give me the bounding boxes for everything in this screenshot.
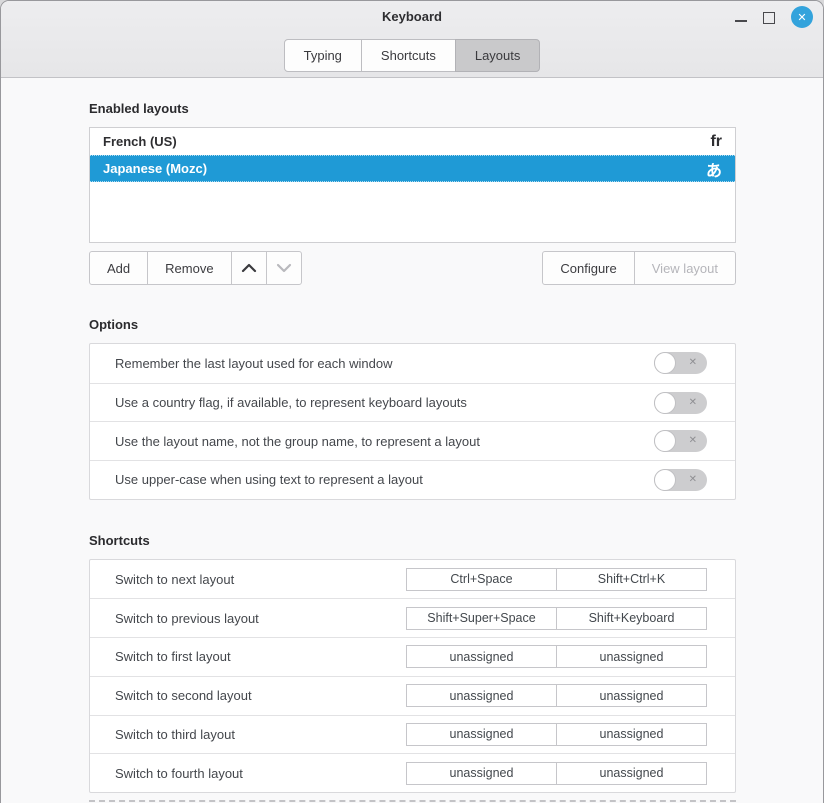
keybinding-button[interactable]: unassigned [556,684,707,707]
layout-name-toggle[interactable]: ✕ [654,430,707,452]
window-title: Keyboard [1,9,823,24]
shortcut-label: Switch to previous layout [115,611,406,626]
layout-list-toolbar: Add Remove Configure View layout [89,251,736,285]
shortcuts-panel: Switch to next layout Ctrl+Space Shift+C… [89,559,736,793]
toggle-knob [654,352,676,374]
keyboard-settings-window: Keyboard ✕ Typing Shortcuts Layouts Enab… [0,0,824,803]
tab-bar: Typing Shortcuts Layouts [1,33,823,72]
move-down-button[interactable] [266,251,302,285]
shortcut-row-first-layout: Switch to first layout unassigned unassi… [90,637,735,676]
shortcuts-heading: Shortcuts [89,533,736,548]
option-row-country-flag: Use a country flag, if available, to rep… [90,383,735,422]
shortcut-row-second-layout: Switch to second layout unassigned unass… [90,676,735,715]
tab-layouts[interactable]: Layouts [455,39,541,72]
tab-shortcuts[interactable]: Shortcuts [361,39,456,72]
keybinding-button[interactable]: unassigned [556,723,707,746]
titlebar[interactable]: Keyboard ✕ [1,1,823,33]
keybinding-button[interactable]: Ctrl+Space [406,568,557,591]
keybinding-button[interactable]: unassigned [406,762,557,785]
layout-row-french[interactable]: French (US) fr [90,128,735,155]
option-label: Use the layout name, not the group name,… [115,434,654,449]
layout-name: French (US) [103,134,710,149]
layout-indicator-ja: あ [706,157,722,181]
bottom-divider [89,800,736,802]
shortcut-row-next-layout: Switch to next layout Ctrl+Space Shift+C… [90,560,735,599]
shortcut-label: Switch to third layout [115,727,406,742]
options-heading: Options [89,317,736,332]
chevron-down-icon [276,263,292,273]
enabled-layouts-heading: Enabled layouts [89,101,736,116]
add-button[interactable]: Add [89,251,148,285]
configure-button[interactable]: Configure [542,251,634,285]
tab-typing[interactable]: Typing [284,39,362,72]
shortcut-label: Switch to fourth layout [115,766,406,781]
shortcut-label: Switch to first layout [115,649,406,664]
minimize-button[interactable] [735,5,747,29]
shortcut-label: Switch to second layout [115,688,406,703]
keybinding-button[interactable]: unassigned [556,762,707,785]
keybinding-button[interactable]: Shift+Super+Space [406,607,557,630]
layout-list[interactable]: French (US) fr Japanese (Mozc) あ [89,127,736,243]
shortcut-row-fourth-layout: Switch to fourth layout unassigned unass… [90,753,735,792]
keybinding-pair: unassigned unassigned [406,762,707,785]
maximize-button[interactable] [763,12,775,24]
move-up-button[interactable] [231,251,267,285]
option-row-remember-layout: Remember the last layout used for each w… [90,344,735,383]
keybinding-button[interactable]: Shift+Ctrl+K [556,568,707,591]
keybinding-pair: unassigned unassigned [406,645,707,668]
option-label: Use a country flag, if available, to rep… [115,395,654,410]
toggle-off-icon: ✕ [689,398,697,408]
remember-layout-toggle[interactable]: ✕ [654,352,707,374]
layout-action-buttons: Configure View layout [542,251,736,285]
toggle-off-icon: ✕ [689,475,697,485]
toggle-knob [654,392,676,414]
layout-name: Japanese (Mozc) [103,161,706,176]
option-label: Remember the last layout used for each w… [115,356,654,371]
option-label: Use upper-case when using text to repres… [115,472,654,487]
keybinding-pair: unassigned unassigned [406,684,707,707]
keybinding-button[interactable]: unassigned [406,645,557,668]
keybinding-pair: Ctrl+Space Shift+Ctrl+K [406,568,707,591]
keybinding-button[interactable]: Shift+Keyboard [556,607,707,630]
chevron-up-icon [241,263,257,273]
country-flag-toggle[interactable]: ✕ [654,392,707,414]
layouts-page: Enabled layouts French (US) fr Japanese … [1,78,823,802]
keybinding-pair: unassigned unassigned [406,723,707,746]
upper-case-toggle[interactable]: ✕ [654,469,707,491]
toggle-knob [654,469,676,491]
layout-row-japanese[interactable]: Japanese (Mozc) あ [90,155,735,182]
remove-button[interactable]: Remove [147,251,231,285]
layout-indicator-fr: fr [710,133,722,151]
view-layout-button[interactable]: View layout [634,251,736,285]
option-row-upper-case: Use upper-case when using text to repres… [90,460,735,499]
keybinding-button[interactable]: unassigned [556,645,707,668]
keybinding-button[interactable]: unassigned [406,723,557,746]
window-controls: ✕ [735,5,813,29]
toggle-off-icon: ✕ [689,358,697,368]
toggle-off-icon: ✕ [689,436,697,446]
shortcut-row-previous-layout: Switch to previous layout Shift+Super+Sp… [90,598,735,637]
keybinding-button[interactable]: unassigned [406,684,557,707]
keybinding-pair: Shift+Super+Space Shift+Keyboard [406,607,707,630]
shortcut-row-third-layout: Switch to third layout unassigned unassi… [90,715,735,754]
shortcut-label: Switch to next layout [115,572,406,587]
options-panel: Remember the last layout used for each w… [89,343,736,500]
window-header: Keyboard ✕ Typing Shortcuts Layouts [1,1,823,78]
toggle-knob [654,430,676,452]
option-row-layout-name: Use the layout name, not the group name,… [90,421,735,460]
close-button[interactable]: ✕ [791,6,813,28]
list-edit-buttons: Add Remove [89,251,302,285]
close-icon: ✕ [797,11,806,24]
